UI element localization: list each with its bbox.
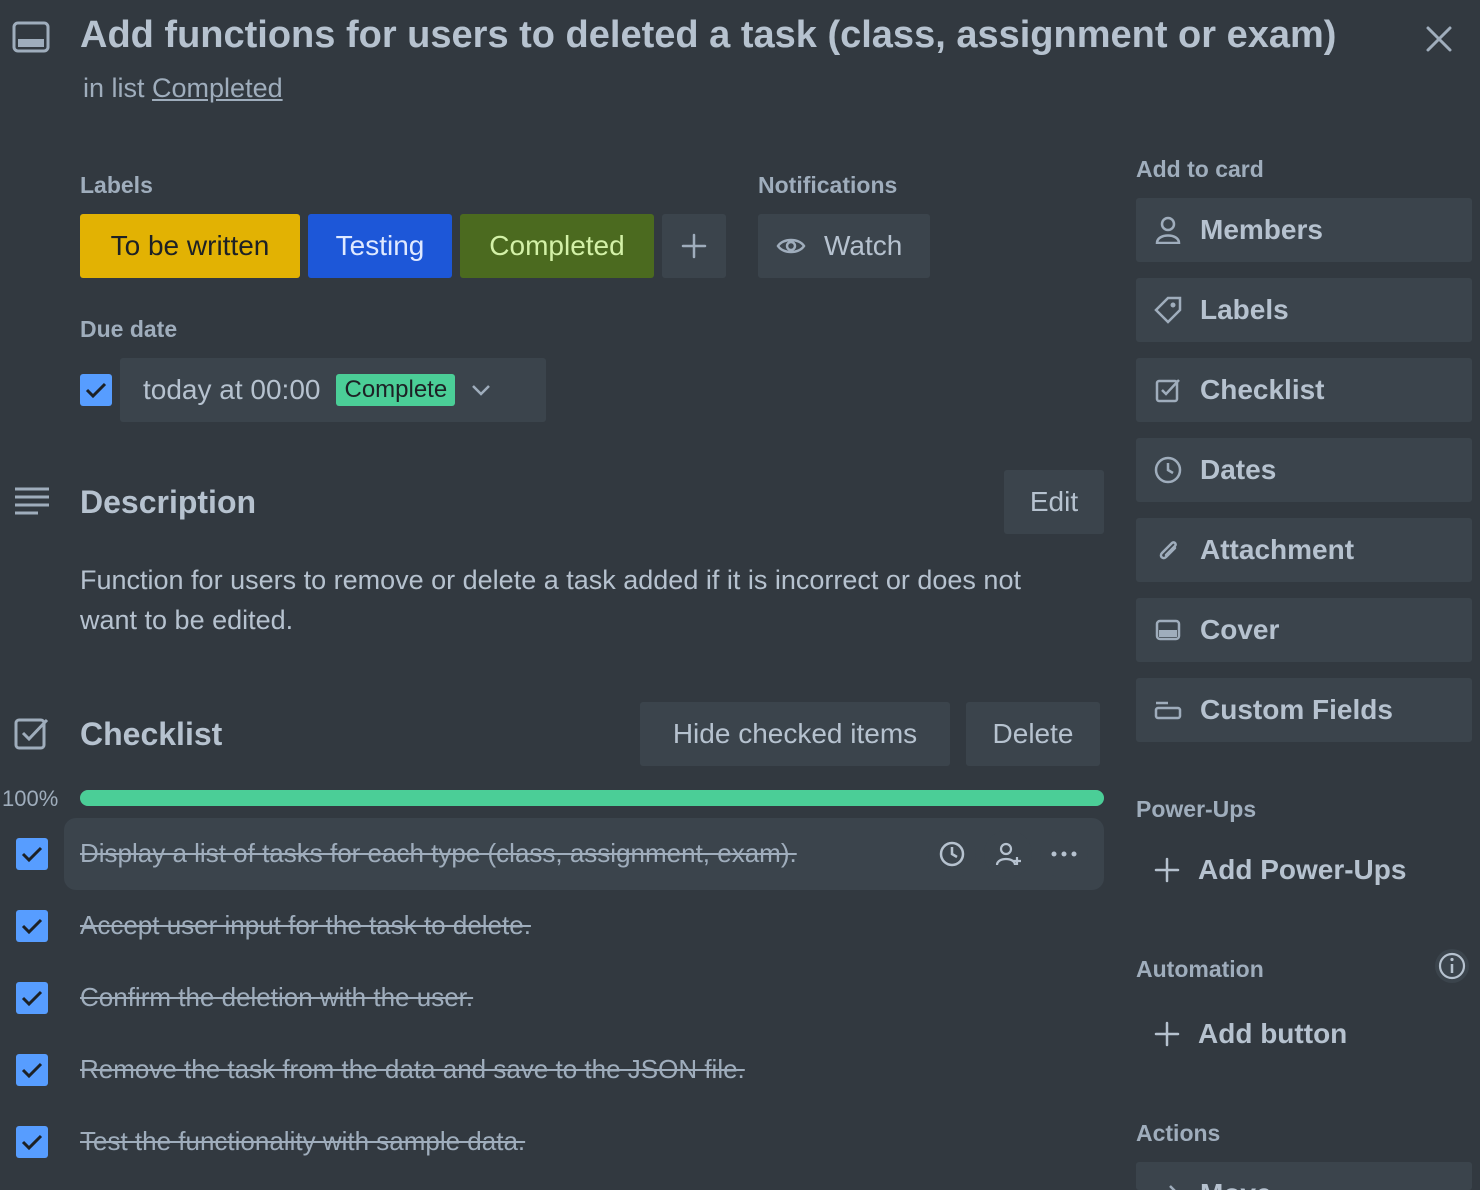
clock-icon [1154, 456, 1182, 484]
checklist-item-checkbox[interactable] [16, 1126, 48, 1158]
description-line: want to be edited. [80, 605, 294, 635]
checklist-item-checkbox[interactable] [16, 982, 48, 1014]
more-icon [1050, 850, 1078, 858]
label-chip[interactable]: To be written [80, 214, 300, 278]
list-link[interactable]: Completed [152, 73, 283, 103]
item-actions-button[interactable] [1040, 830, 1088, 878]
checkbox-icon [1154, 377, 1182, 403]
description-icon [14, 486, 50, 518]
move-button[interactable]: Move [1136, 1162, 1472, 1190]
dates-button[interactable]: Dates [1136, 438, 1472, 502]
add-automation-button[interactable]: Add button [1136, 1002, 1472, 1066]
checklist-progress-fill [80, 790, 1104, 806]
edit-description-button[interactable]: Edit [1004, 470, 1104, 534]
plus-icon [680, 232, 708, 260]
notifications-heading: Notifications [758, 172, 898, 198]
labels-button[interactable]: Labels [1136, 278, 1472, 342]
card-title: Add functions for users to deleted a tas… [80, 14, 1337, 56]
assign-member-button[interactable] [984, 830, 1032, 878]
tag-icon [1154, 296, 1182, 324]
checkmark-icon [21, 1061, 43, 1079]
person-icon [1154, 216, 1182, 244]
labels-label: Labels [1200, 294, 1289, 325]
checklist-item-text[interactable]: Test the functionality with sample data. [80, 1126, 525, 1157]
delete-label: Delete [992, 718, 1074, 749]
checklist-progress-percent: 100% [2, 786, 59, 811]
custom-fields-icon [1154, 700, 1182, 720]
label-chip-text: To be written [110, 230, 270, 261]
attachment-label: Attachment [1200, 534, 1355, 565]
cover-button[interactable]: Cover [1136, 598, 1472, 662]
paperclip-icon [1154, 536, 1182, 564]
custom-fields-button[interactable]: Custom Fields [1136, 678, 1472, 742]
description-heading: Description [80, 484, 257, 520]
cover-icon [1154, 619, 1182, 641]
power-ups-heading: Power-Ups [1136, 796, 1257, 822]
due-date-button[interactable]: today at 00:00 Complete [120, 358, 546, 422]
checkmark-icon [21, 1133, 43, 1151]
chevron-down-icon [469, 378, 493, 402]
dates-label: Dates [1200, 454, 1277, 485]
checklist-heading: Checklist [80, 716, 223, 752]
checklist-item-checkbox[interactable] [16, 1054, 48, 1086]
edit-label: Edit [1029, 486, 1079, 517]
label-chip-text: Testing [335, 230, 425, 261]
automation-heading: Automation [1136, 956, 1264, 982]
checkmark-icon [85, 381, 107, 399]
actions-heading: Actions [1136, 1120, 1221, 1146]
watch-button[interactable]: Watch [758, 214, 930, 278]
set-due-date-button[interactable] [928, 830, 976, 878]
checklist-icon [14, 716, 50, 750]
checklist-item-text[interactable]: Accept user input for the task to delete… [80, 910, 531, 941]
members-label: Members [1200, 214, 1323, 245]
description-line: Function for users to remove or delete a… [80, 565, 1021, 595]
plus-icon [1154, 1021, 1180, 1047]
checkmark-icon [21, 845, 43, 863]
move-label: Move [1200, 1178, 1272, 1190]
card-icon [12, 20, 50, 56]
due-date-status-badge: Complete [336, 374, 456, 406]
add-label-button[interactable] [662, 214, 726, 278]
arrow-right-icon [1154, 1180, 1182, 1190]
description-text[interactable]: Function for users to remove or delete a… [80, 560, 1021, 640]
checklist-item-text[interactable]: Confirm the deletion with the user. [80, 982, 473, 1013]
due-date-heading: Due date [80, 316, 178, 342]
label-chip[interactable]: Completed [460, 214, 654, 278]
watch-label: Watch [824, 230, 903, 261]
add-to-card-heading: Add to card [1136, 156, 1264, 182]
members-button[interactable]: Members [1136, 198, 1472, 262]
checkmark-icon [21, 989, 43, 1007]
labels-heading: Labels [80, 172, 153, 198]
custom-fields-label: Custom Fields [1200, 694, 1393, 725]
plus-icon [1154, 857, 1180, 883]
add-power-ups-button[interactable]: Add Power-Ups [1136, 838, 1472, 902]
checklist-item-text[interactable]: Display a list of tasks for each type (c… [80, 838, 797, 869]
clock-icon [938, 840, 966, 868]
delete-checklist-button[interactable]: Delete [966, 702, 1100, 766]
checklist-button[interactable]: Checklist [1136, 358, 1472, 422]
checkmark-icon [21, 917, 43, 935]
attachment-button[interactable]: Attachment [1136, 518, 1472, 582]
due-date-checkbox[interactable] [80, 374, 112, 406]
list-location: in list Completed [83, 73, 283, 104]
hide-checked-label: Hide checked items [672, 718, 918, 749]
checklist-label: Checklist [1200, 374, 1325, 405]
add-person-icon [994, 840, 1022, 868]
checklist-item-checkbox[interactable] [16, 910, 48, 942]
cover-label: Cover [1200, 614, 1280, 645]
due-date-value: today at 00:00 [143, 374, 321, 405]
list-prefix: in list [83, 73, 145, 103]
hide-checked-items-button[interactable]: Hide checked items [640, 702, 950, 766]
close-icon[interactable] [1420, 20, 1458, 58]
label-chip[interactable]: Testing [308, 214, 452, 278]
add-power-ups-label: Add Power-Ups [1198, 854, 1407, 885]
eye-icon [776, 235, 806, 257]
checklist-item-checkbox[interactable] [16, 838, 48, 870]
label-chip-text: Completed [489, 230, 625, 261]
checklist-progress-track [80, 790, 1104, 806]
checklist-item-text[interactable]: Remove the task from the data and save t… [80, 1054, 745, 1085]
add-button-label: Add button [1198, 1018, 1348, 1049]
info-icon[interactable] [1434, 948, 1470, 984]
